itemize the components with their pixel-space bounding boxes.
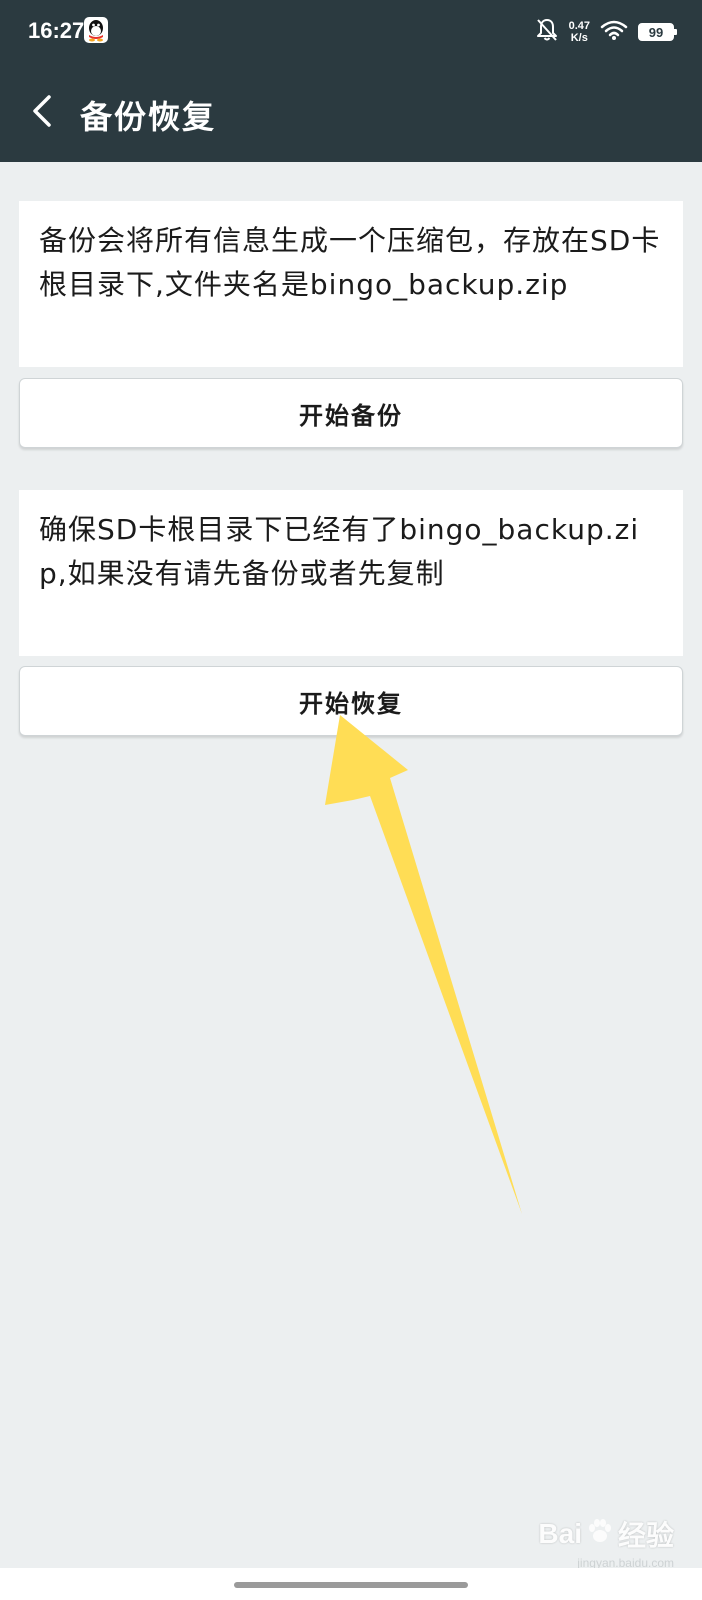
status-time: 16:27 (28, 18, 85, 43)
baidu-watermark: Bai 经验 jingyan.baidu.com (538, 1514, 674, 1570)
start-backup-button[interactable]: 开始备份 (19, 378, 683, 448)
gesture-bar (0, 1568, 702, 1600)
net-speed-unit: K/s (570, 32, 588, 44)
net-speed-value: 0.47 (568, 20, 590, 32)
bell-off-icon (535, 17, 559, 47)
watermark-brand-right: 经验 (617, 1520, 674, 1551)
arrow-shape (325, 715, 522, 1214)
restore-description-card: 确保SD卡根目录下已经有了bingo_backup.zip,如果没有请先备份或者… (19, 490, 683, 656)
battery-icon: 99 (638, 23, 677, 41)
qq-icon (84, 17, 108, 43)
start-restore-button[interactable]: 开始恢复 (19, 666, 683, 736)
back-button[interactable] (18, 88, 68, 138)
page-title: 备份恢复 (80, 98, 217, 136)
restore-description: 确保SD卡根目录下已经有了bingo_backup.zip,如果没有请先备份或者… (39, 513, 640, 590)
status-icons: 0.47 K/s 99 (535, 14, 677, 50)
app-bar: 备份恢复 (0, 64, 702, 162)
backup-description: 备份会将所有信息生成一个压缩包，存放在SD卡根目录下,文件夹名是bingo_ba… (39, 224, 661, 301)
wifi-icon (600, 19, 628, 45)
chevron-left-icon (29, 94, 57, 132)
backup-description-card: 备份会将所有信息生成一个压缩包，存放在SD卡根目录下,文件夹名是bingo_ba… (19, 201, 683, 367)
battery-level: 99 (648, 24, 664, 40)
watermark-brand-left: Bai (538, 1518, 582, 1549)
status-bar: 16:27 0.47 K/s 99 (0, 0, 702, 64)
watermark-brand: Bai 经验 (538, 1514, 674, 1554)
net-speed: 0.47 K/s (569, 20, 590, 44)
paw-icon (586, 1517, 614, 1552)
home-indicator[interactable] (234, 1582, 468, 1588)
